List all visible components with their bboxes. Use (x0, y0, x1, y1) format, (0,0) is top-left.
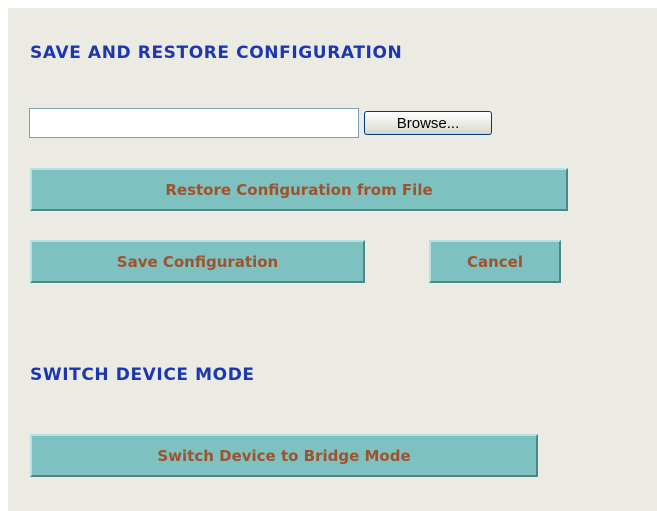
config-file-path-input[interactable] (29, 108, 359, 138)
save-configuration-button[interactable]: Save Configuration (30, 240, 365, 283)
save-restore-section-title: SAVE AND RESTORE CONFIGURATION (30, 43, 403, 63)
switch-device-mode-section-title: SWITCH DEVICE MODE (30, 365, 255, 385)
switch-to-bridge-mode-button[interactable]: Switch Device to Bridge Mode (30, 434, 538, 477)
browse-button[interactable]: Browse... (364, 111, 492, 135)
restore-configuration-button[interactable]: Restore Configuration from File (30, 168, 568, 211)
cancel-button[interactable]: Cancel (429, 240, 561, 283)
